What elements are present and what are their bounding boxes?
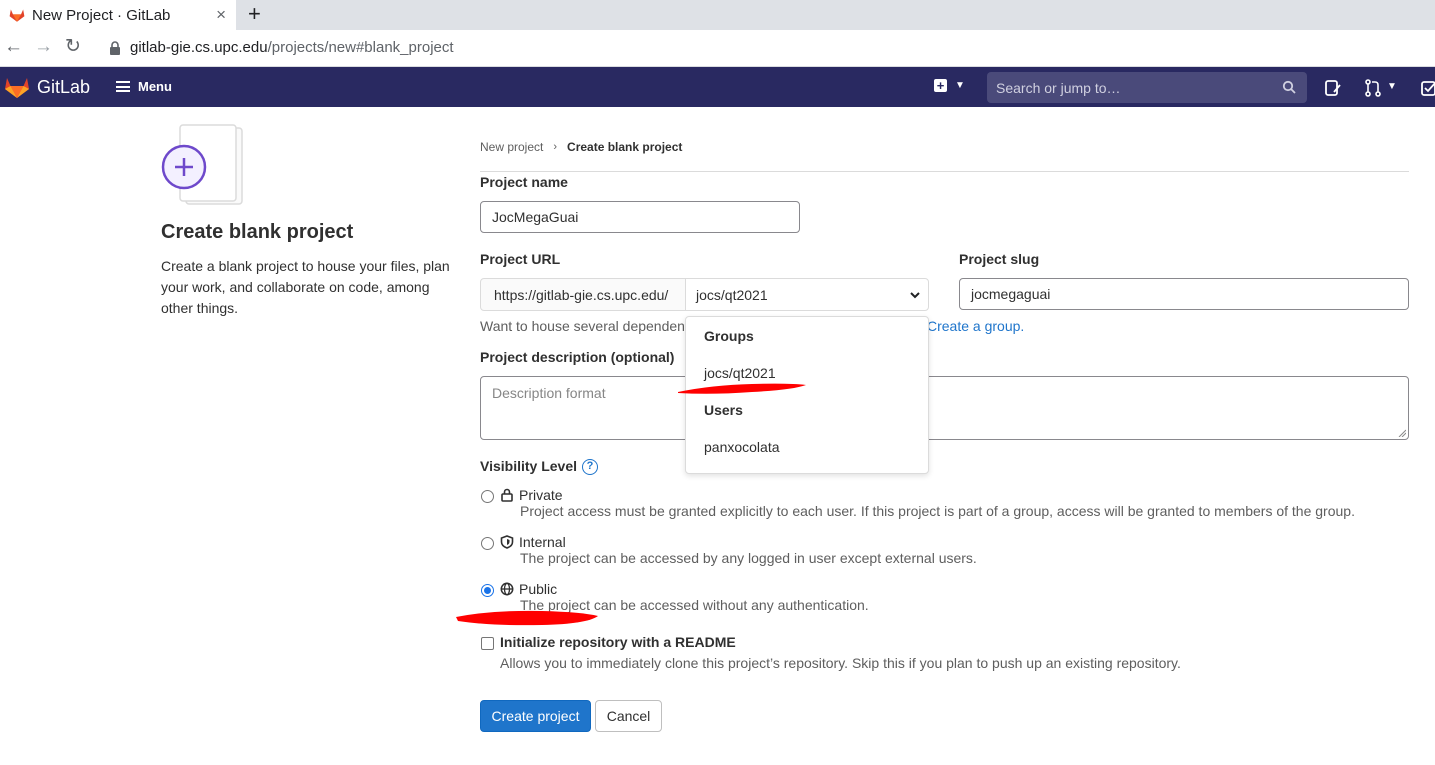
visibility-public-description: The project can be accessed without any …	[520, 597, 869, 613]
top-navigation: GitLab Menu + ▼ Search or jump to… ▼	[0, 67, 1435, 107]
visibility-public-radio[interactable]	[481, 584, 494, 597]
divider	[480, 171, 1409, 172]
issues-icon[interactable]	[1324, 79, 1342, 97]
address-bar: ← → ↻ gitlab-gie.cs.upc.edu/projects/new…	[0, 30, 1435, 67]
breadcrumb-new-project[interactable]: New project	[480, 140, 543, 154]
url-host: gitlab-gie.cs.upc.edu	[130, 39, 268, 56]
breadcrumb-separator: ›	[553, 141, 558, 153]
blank-project-illustration-icon	[161, 124, 243, 205]
visibility-private-label[interactable]: Private	[500, 487, 563, 503]
create-project-button[interactable]: Create project	[480, 700, 591, 732]
url-field[interactable]: gitlab-gie.cs.upc.edu/projects/new#blank…	[130, 39, 454, 56]
visibility-public-name: Public	[519, 581, 558, 597]
search-placeholder: Search or jump to…	[996, 79, 1121, 96]
project-name-label: Project name	[480, 174, 568, 190]
plus-square-icon: +	[934, 79, 947, 92]
todo-icon[interactable]	[1420, 79, 1435, 97]
lock-icon[interactable]	[107, 40, 123, 56]
project-name-value: JocMegaGuai	[492, 209, 579, 225]
visibility-label: Visibility Level	[480, 458, 578, 474]
visibility-heading: Visibility Level?	[480, 458, 599, 476]
dropdown-users-header: Users	[704, 402, 743, 418]
visibility-private-name: Private	[519, 487, 563, 503]
readme-label[interactable]: Initialize repository with a README	[500, 634, 736, 650]
breadcrumb-current[interactable]: Create blank project	[567, 140, 682, 154]
namespace-value: jocs/qt2021	[696, 286, 768, 303]
chevron-down-icon: ▼	[955, 80, 965, 91]
lock-icon	[501, 488, 513, 502]
visibility-private-description: Project access must be granted explicitl…	[520, 503, 1355, 519]
menu-button[interactable]: Menu	[116, 79, 172, 94]
visibility-private-radio[interactable]	[481, 490, 494, 503]
page-title: Create blank project	[161, 221, 354, 243]
project-name-input[interactable]: JocMegaGuai	[480, 201, 800, 233]
visibility-public-label[interactable]: Public	[500, 581, 557, 597]
namespace-dropdown-menu: Groups jocs/qt2021 Users panxocolata	[685, 316, 929, 474]
gitlab-favicon-icon	[9, 9, 25, 22]
project-slug-value: jocmegaguai	[971, 286, 1051, 302]
gitlab-logo-icon[interactable]	[4, 75, 30, 99]
resize-grip-icon[interactable]	[1398, 429, 1406, 437]
merge-request-icon[interactable]	[1364, 79, 1382, 97]
url-prefix-text: https://gitlab-gie.cs.upc.edu/	[494, 286, 669, 303]
breadcrumb: New project › Create blank project	[480, 140, 682, 154]
project-url-label: Project URL	[480, 251, 561, 267]
visibility-internal-name: Internal	[519, 534, 566, 550]
menu-label: Menu	[138, 79, 172, 94]
group-help-text: Want to house several dependent Create a…	[480, 318, 1024, 334]
new-dropdown-button[interactable]: + ▼	[934, 79, 965, 92]
url-path: /projects/new#blank_project	[267, 39, 454, 56]
search-input[interactable]: Search or jump to…	[987, 72, 1307, 103]
forward-icon[interactable]: →	[34, 35, 53, 59]
chevron-down-icon	[910, 292, 920, 299]
mr-chevron-down-icon[interactable]: ▼	[1387, 81, 1397, 92]
create-group-link[interactable]: Create a group.	[927, 318, 1024, 334]
readme-checkbox[interactable]	[481, 637, 494, 650]
browser-tab[interactable]: New Project · GitLab ×	[0, 0, 236, 30]
description-label: Project description (optional)	[480, 349, 675, 365]
url-prefix: https://gitlab-gie.cs.upc.edu/	[480, 278, 686, 311]
dropdown-groups-header: Groups	[704, 328, 754, 344]
reload-icon[interactable]: ↻	[65, 35, 81, 59]
browser-tab-title: New Project · GitLab	[32, 6, 171, 24]
create-project-label: Create project	[491, 708, 580, 724]
dropdown-option-user[interactable]: panxocolata	[704, 439, 780, 455]
globe-icon	[500, 582, 514, 596]
namespace-select[interactable]: jocs/qt2021	[685, 278, 929, 311]
shield-icon	[500, 535, 514, 549]
visibility-internal-label[interactable]: Internal	[500, 534, 566, 550]
dropdown-option-group[interactable]: jocs/qt2021	[704, 365, 776, 381]
search-icon[interactable]	[1282, 80, 1296, 94]
project-slug-label: Project slug	[959, 251, 1040, 267]
cancel-button[interactable]: Cancel	[595, 700, 662, 732]
readme-description: Allows you to immediately clone this pro…	[500, 655, 1181, 671]
page-description: Create a blank project to house your fil…	[161, 258, 450, 316]
back-icon[interactable]: ←	[4, 35, 23, 59]
hamburger-icon	[116, 81, 130, 92]
new-tab-button[interactable]: +	[248, 1, 261, 27]
brand-name[interactable]: GitLab	[37, 77, 90, 98]
cancel-label: Cancel	[606, 708, 651, 724]
visibility-internal-description: The project can be accessed by any logge…	[520, 550, 977, 566]
project-slug-input[interactable]: jocmegaguai	[959, 278, 1409, 310]
visibility-internal-radio[interactable]	[481, 537, 494, 550]
tab-close-icon[interactable]: ×	[216, 5, 226, 25]
description-placeholder: Description format	[492, 385, 606, 401]
description-textarea[interactable]: Description format	[480, 376, 1409, 440]
browser-tab-strip: New Project · GitLab × +	[0, 0, 1435, 30]
question-circle-icon[interactable]: ?	[582, 459, 599, 476]
group-help-message: Want to house several dependent	[480, 318, 689, 334]
